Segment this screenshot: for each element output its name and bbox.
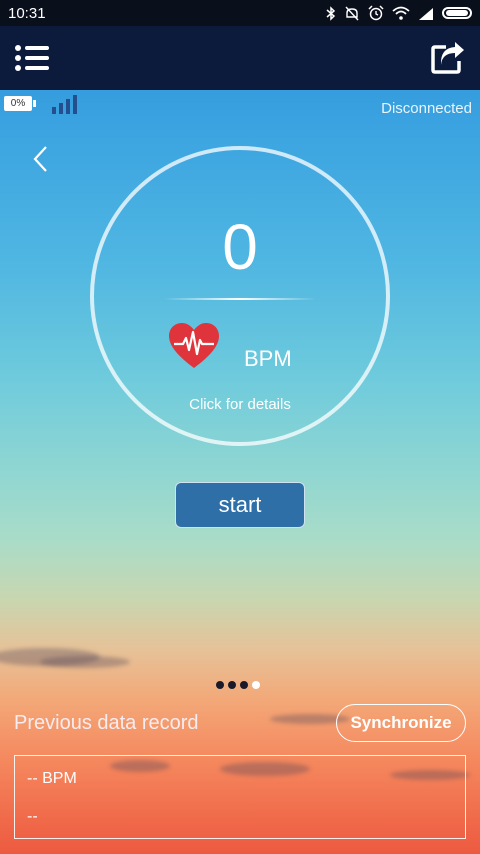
back-chevron-icon[interactable] xyxy=(30,144,50,174)
mute-icon xyxy=(345,6,359,20)
wifi-icon xyxy=(392,6,410,20)
page-dot[interactable] xyxy=(216,681,224,689)
page-dot[interactable] xyxy=(252,681,260,689)
battery-icon xyxy=(442,7,472,19)
details-link[interactable]: Click for details xyxy=(94,396,386,413)
page-indicator xyxy=(216,681,260,689)
heart-pulse-icon xyxy=(169,323,219,368)
start-button[interactable]: start xyxy=(175,482,305,528)
signal-icon xyxy=(419,7,433,20)
cloud xyxy=(40,656,130,668)
app-bar xyxy=(0,26,480,90)
previous-record-title: Previous data record xyxy=(14,712,199,734)
alarm-icon xyxy=(368,5,384,21)
status-bar: 10:31 xyxy=(0,0,480,26)
bpm-unit-label: BPM xyxy=(244,346,292,371)
status-icons xyxy=(326,5,472,21)
status-time: 10:31 xyxy=(8,4,46,22)
record-bpm: -- BPM xyxy=(27,770,77,787)
menu-icon[interactable] xyxy=(14,43,50,73)
record-time: -- xyxy=(27,808,38,825)
page-dot[interactable] xyxy=(228,681,236,689)
device-battery-indicator: 0% xyxy=(4,96,36,111)
synchronize-button[interactable]: Synchronize xyxy=(336,704,466,742)
bluetooth-icon xyxy=(326,5,336,21)
connection-status: Disconnected xyxy=(381,100,472,117)
page-dot[interactable] xyxy=(240,681,248,689)
bpm-value: 0 xyxy=(222,211,258,283)
device-signal-icon xyxy=(52,95,77,114)
gauge-divider xyxy=(164,298,316,300)
device-status-row: 0% Disconnected xyxy=(0,92,480,118)
heart-rate-gauge[interactable]: 0 BPM Click for details xyxy=(90,146,390,446)
previous-record-card[interactable]: -- BPM -- xyxy=(14,755,466,839)
share-icon[interactable] xyxy=(430,41,466,75)
